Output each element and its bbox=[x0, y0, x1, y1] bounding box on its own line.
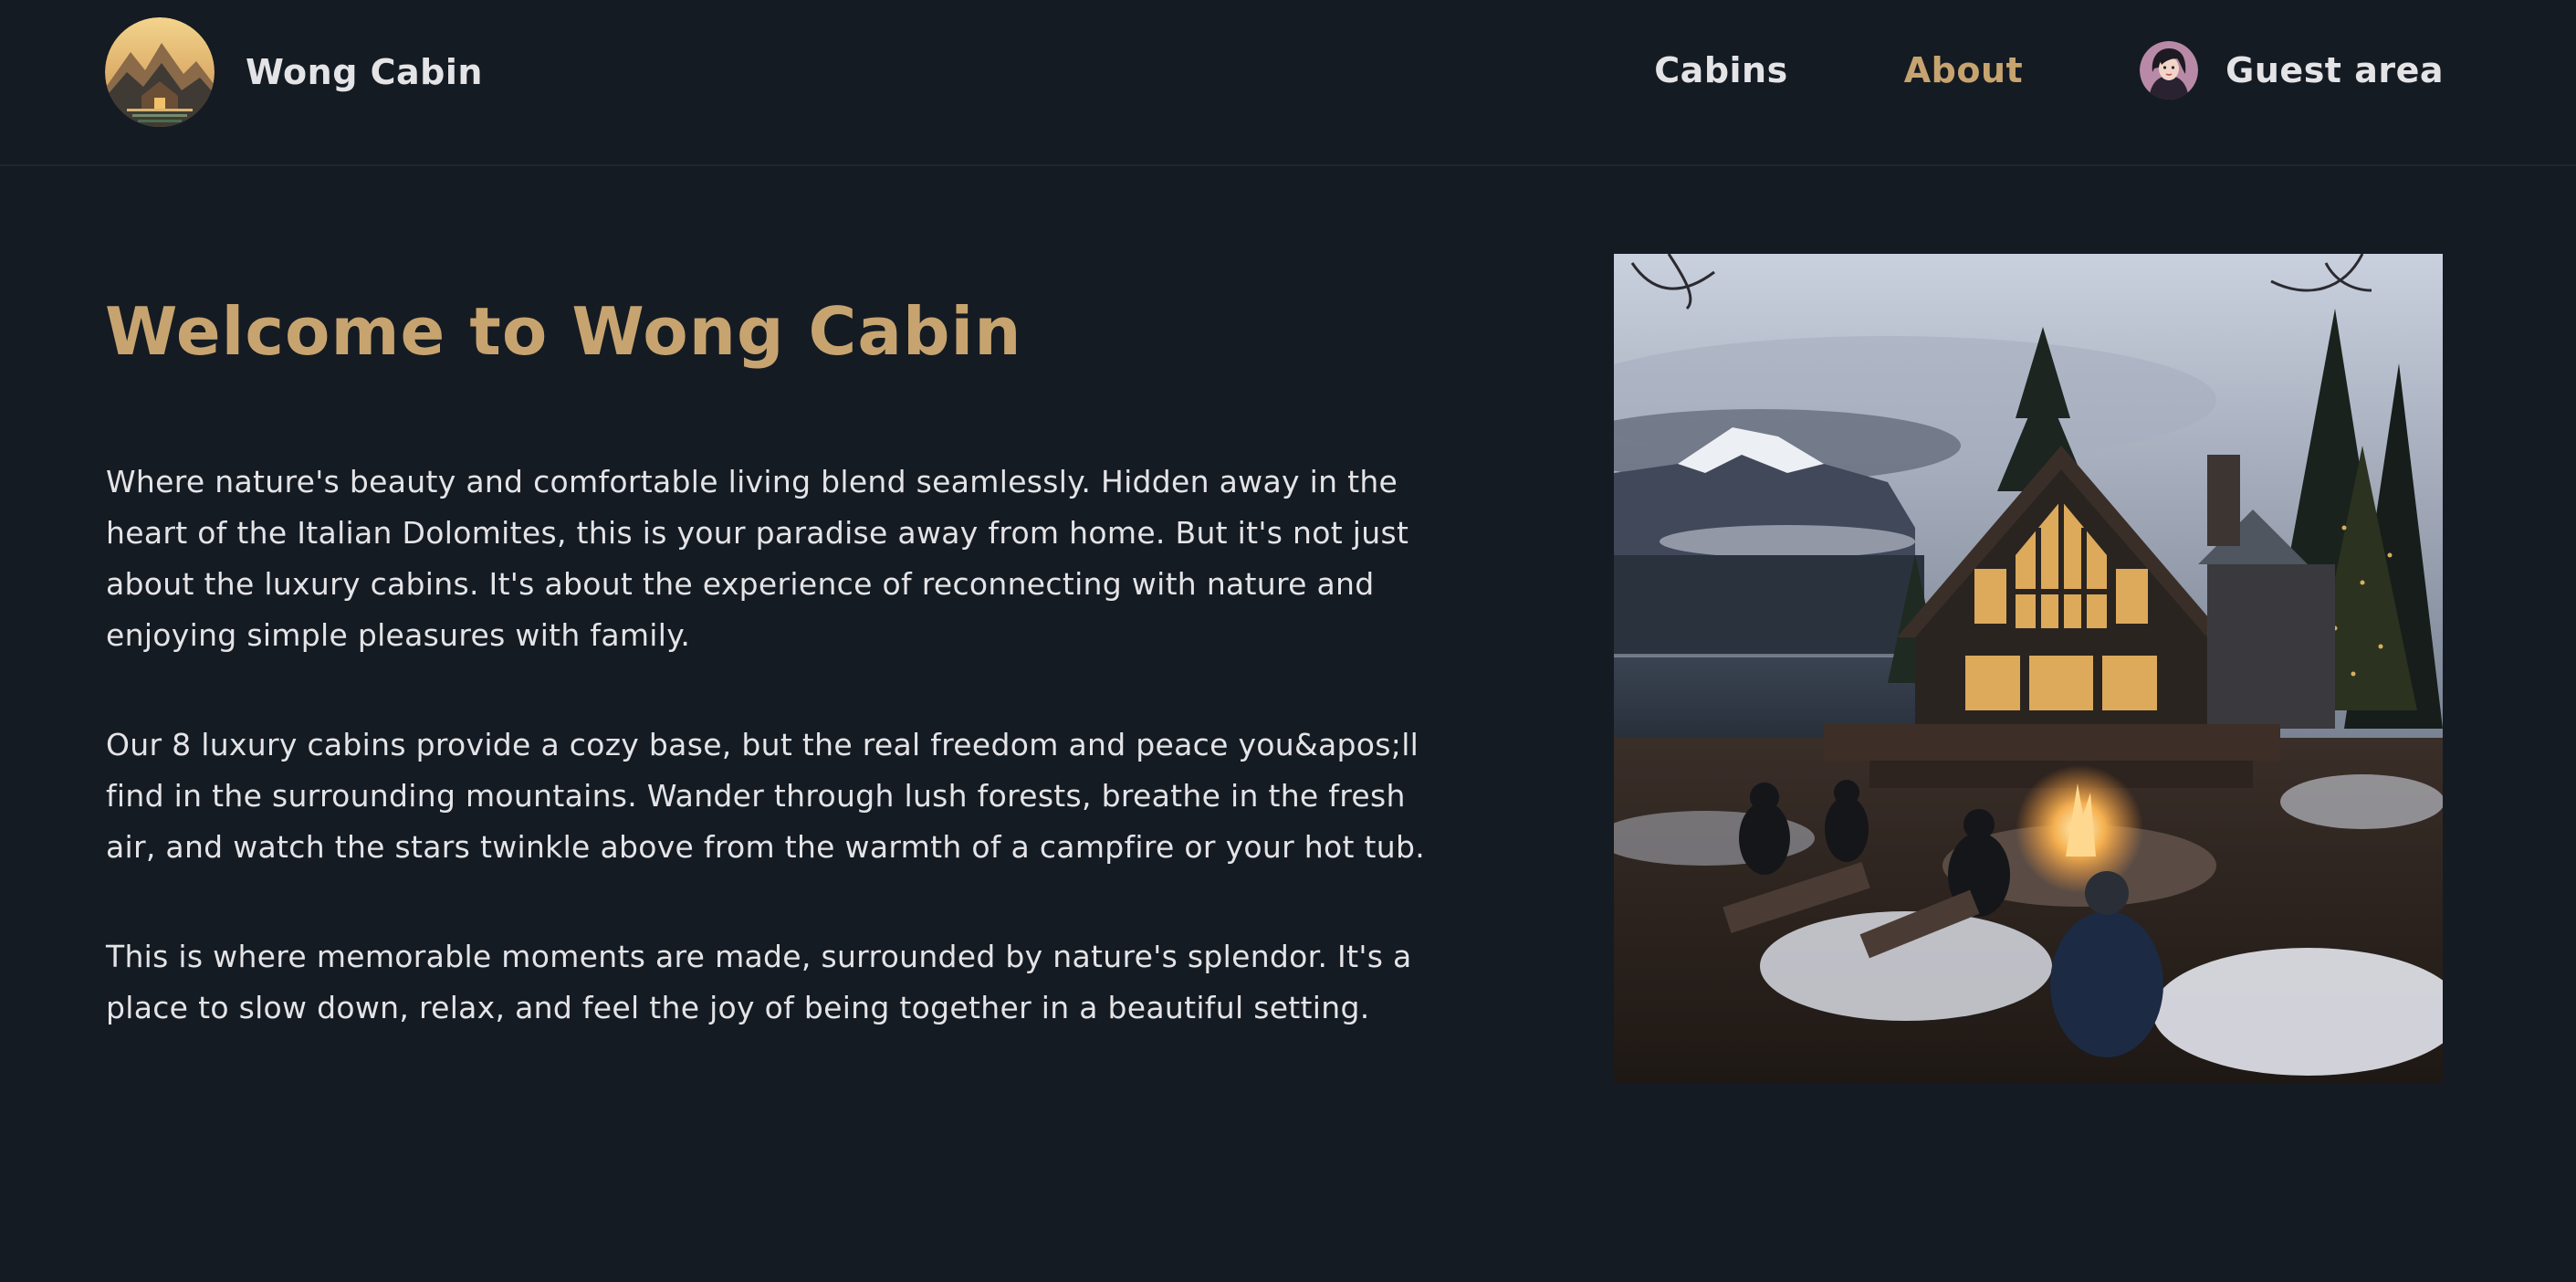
site-header: Wong Cabin Cabins About Guest area bbox=[0, 0, 2576, 166]
nav-about-link[interactable]: About bbox=[1904, 50, 2023, 90]
page-title: Welcome to Wong Cabin bbox=[105, 293, 1022, 370]
logo-link[interactable]: Wong Cabin bbox=[105, 17, 483, 127]
nav-cabins-link[interactable]: Cabins bbox=[1654, 50, 1787, 90]
about-content: Where nature's beauty and comfortable li… bbox=[106, 457, 1439, 1092]
user-avatar-icon bbox=[2140, 41, 2199, 100]
main-nav: Cabins About Guest area bbox=[1654, 0, 2444, 141]
cabin-logo-icon bbox=[105, 17, 215, 127]
nav-guest-area-link[interactable]: Guest area bbox=[2140, 41, 2444, 100]
about-paragraph-2: Our 8 luxury cabins provide a cozy base,… bbox=[106, 727, 1425, 865]
logo-text: Wong Cabin bbox=[246, 52, 483, 92]
about-paragraph-3: This is where memorable moments are made… bbox=[106, 939, 1412, 1025]
cabin-photo-image bbox=[1614, 254, 2443, 1083]
guest-area-label: Guest area bbox=[2225, 50, 2444, 90]
about-paragraph-1: Where nature's beauty and comfortable li… bbox=[106, 464, 1409, 653]
